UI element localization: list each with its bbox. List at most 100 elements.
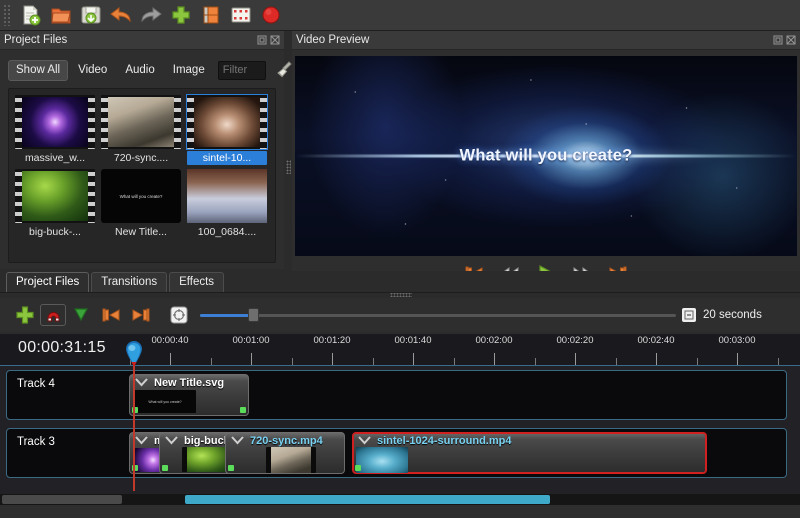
ruler-tick-label: 00:01:40 [395,335,432,346]
ruler-tick-minor [616,358,617,365]
import-files-icon[interactable] [166,2,196,29]
zoom-slider-track [200,314,676,317]
timeline-clip[interactable]: New Title.svg What will you create? [129,374,249,416]
timeline-toolbar: 20 seconds [0,298,800,332]
ruler-tick-major [737,353,738,365]
zoom-slider-handle[interactable] [248,308,259,322]
timeline-zoom-slider[interactable] [200,308,676,322]
timeline-track-4[interactable]: Track 4 New Title.svg What will you crea… [6,370,787,420]
tab-project-files[interactable]: Project Files [6,272,89,292]
ruler-tick-label: 00:01:20 [314,335,351,346]
chevron-down-icon[interactable] [135,378,148,387]
list-item[interactable]: What will you create? New Title... [101,169,181,239]
clip-handle-left[interactable] [228,465,234,471]
list-item[interactable]: massive_w... [15,95,95,165]
chevron-down-icon[interactable] [135,436,148,445]
main-toolbar [0,0,800,31]
timeline-track-3[interactable]: Track 3 m big-buck- [6,428,787,478]
chevron-down-icon[interactable] [165,436,178,445]
playhead-marker[interactable] [124,341,144,367]
clip-handle-left[interactable] [162,465,168,471]
project-files-panel-title: Project Files [0,31,284,50]
next-marker-button[interactable] [126,302,156,328]
ruler-tick-label: 00:02:20 [557,335,594,346]
ruler-tick-minor [697,358,698,365]
ruler-tick-minor [778,358,779,365]
project-files-grid: massive_w... 720-sync.... [15,95,275,239]
add-track-button[interactable] [10,302,40,328]
float-panel-icon[interactable] [257,35,267,45]
video-preview-surface[interactable]: What will you create? [295,56,797,256]
list-item[interactable]: 100_0684.... [187,169,267,239]
timeline-clip[interactable]: sintel-1024-surround.mp4 [352,432,707,474]
center-playhead-button[interactable] [164,302,194,328]
ruler-tick-major [575,353,576,365]
file-label: 720-sync.... [101,151,181,165]
file-label: massive_w... [15,151,95,165]
timeline-scroll-thumb[interactable] [185,495,550,504]
ruler-tick-minor [292,358,293,365]
new-project-icon[interactable] [16,2,46,29]
chevron-down-icon[interactable] [231,436,244,445]
project-files-panel-body: Show All Video Audio Image [0,50,284,269]
status-bar [0,505,800,518]
close-panel-icon[interactable] [270,35,280,45]
close-panel-icon[interactable] [786,35,796,45]
tab-effects[interactable]: Effects [169,272,224,292]
preview-overlay-text: What will you create? [295,147,797,166]
track-label: Track 3 [17,436,55,448]
file-thumbnail[interactable] [187,169,267,223]
list-item[interactable]: 720-sync.... [101,95,181,165]
ruler-tick-major [494,353,495,365]
file-thumbnail[interactable] [15,169,95,223]
clip-handle-right[interactable] [240,407,246,413]
timeline-scroll-thumb-left[interactable] [2,495,122,504]
track-label: Track 4 [17,378,55,390]
ruler-tick-label: 00:02:00 [476,335,513,346]
filter-video-button[interactable]: Video [70,60,115,81]
toolbar-drag-handle[interactable] [3,4,12,26]
save-project-icon[interactable] [76,2,106,29]
chevron-down-icon[interactable] [358,436,371,445]
file-thumbnail[interactable] [15,95,95,149]
file-label: big-buck-... [15,225,95,239]
snapping-toggle-button[interactable] [40,304,66,326]
ruler-tick-minor [211,358,212,365]
file-label: 100_0684.... [187,225,267,239]
filter-audio-button[interactable]: Audio [117,60,162,81]
ruler-tick-major [251,353,252,365]
timeline-tracks[interactable]: Track 4 New Title.svg What will you crea… [0,366,800,494]
ruler-tick-label: 00:00:40 [152,335,189,346]
file-thumbnail[interactable] [187,95,267,149]
timeline-horizontal-scrollbar[interactable] [0,494,800,505]
filter-image-button[interactable]: Image [165,60,213,81]
list-item[interactable]: big-buck-... [15,169,95,239]
timeline-clip[interactable]: 720-sync.mp4 [225,432,345,474]
previous-marker-button[interactable] [96,302,126,328]
project-files-list[interactable]: massive_w... 720-sync.... [8,88,276,263]
open-project-icon[interactable] [46,2,76,29]
list-item[interactable]: sintel-10... [187,95,267,165]
zoom-level-icon[interactable] [682,308,696,322]
clip-handle-left[interactable] [355,465,361,471]
fullscreen-icon[interactable] [226,2,256,29]
zoom-slider-fill [200,314,252,317]
file-thumbnail[interactable] [101,95,181,149]
openshot-main-window: Project Files Show All Video Audio Image [0,0,800,518]
choose-profile-icon[interactable] [196,2,226,29]
vertical-splitter-handle[interactable] [286,160,291,174]
tab-transitions[interactable]: Transitions [91,272,167,292]
ruler-tick-minor [373,358,374,365]
export-video-icon[interactable] [256,2,286,29]
filter-search-input[interactable] [218,61,266,80]
filter-show-all-button[interactable]: Show All [8,60,68,81]
timeline-ruler[interactable]: 00:00:31:15 00:00:4000:01:0000:01:2000:0… [0,334,800,366]
float-panel-icon[interactable] [773,35,783,45]
razor-tool-button[interactable] [66,302,96,328]
redo-icon[interactable] [136,2,166,29]
panel-tab-bar: Project Files Transitions Effects [0,271,800,293]
file-thumbnail[interactable]: What will you create? [101,169,181,223]
undo-icon[interactable] [106,2,136,29]
ruler-tick-minor [535,358,536,365]
clip-title: sintel-1024-surround.mp4 [377,435,511,447]
